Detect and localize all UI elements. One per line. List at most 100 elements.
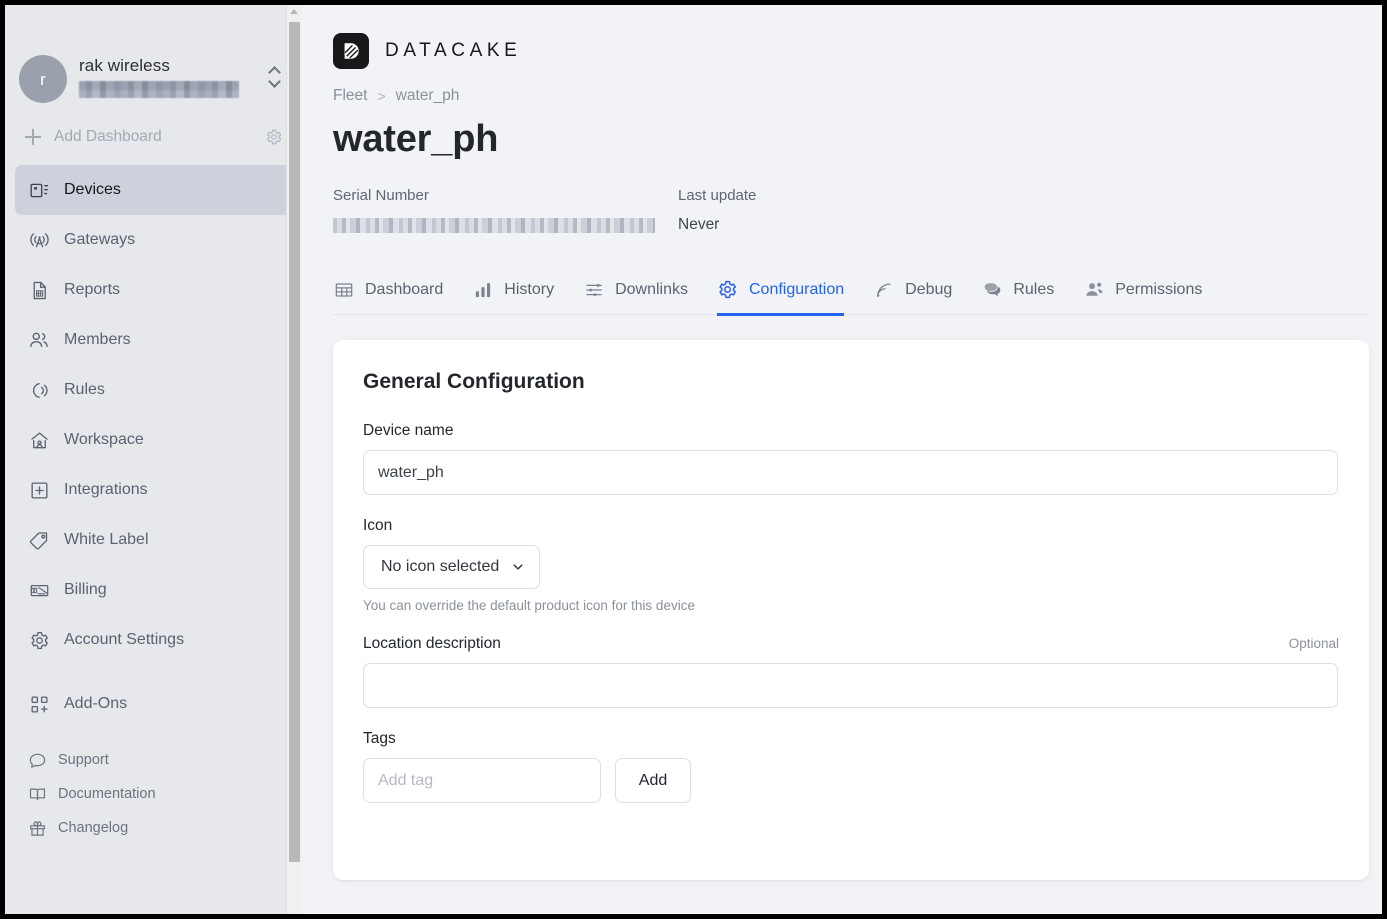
screenshot-frame: r rak wireless Add Dashboard Devices Gat… [0, 0, 1387, 919]
tab-configuration[interactable]: Configuration [716, 265, 845, 316]
scroll-up-arrow-icon[interactable] [290, 9, 298, 14]
gift-icon [27, 818, 47, 838]
tab-label: Debug [905, 280, 953, 298]
sidebar-item-billing[interactable]: Billing [15, 565, 291, 615]
avatar: r [19, 55, 67, 103]
table-icon [333, 279, 355, 301]
nav-divider-gap-2 [5, 729, 301, 743]
plus-square-icon [27, 478, 51, 502]
sidebar-item-white-label[interactable]: White Label [15, 515, 291, 565]
invoice-icon [27, 578, 51, 602]
sidebar-item-label: Members [64, 331, 131, 348]
nav-divider-gap [5, 665, 301, 679]
plus-icon [23, 127, 43, 147]
breadcrumb: Fleet > water_ph [333, 87, 1382, 105]
tab-label: Rules [1013, 280, 1055, 298]
sidebar-item-label: Rules [64, 381, 105, 398]
location-description-field: Location description Optional [363, 635, 1341, 708]
tab-permissions[interactable]: Permissions [1083, 265, 1202, 315]
gear-icon[interactable] [265, 128, 283, 146]
tab-history[interactable]: History [472, 265, 554, 315]
icon-select[interactable]: No icon selected [363, 545, 541, 589]
sidebar-item-label: Integrations [64, 481, 148, 498]
last-update-label: Last update [678, 187, 757, 204]
chevron-down-icon [511, 560, 525, 574]
optional-badge: Optional [1288, 636, 1339, 651]
device-meta: Serial Number Last update Never [333, 187, 1382, 234]
sidebar-item-gateways[interactable]: Gateways [15, 215, 291, 265]
gear-icon [717, 279, 739, 301]
book-icon [27, 784, 47, 804]
serial-number-block: Serial Number [333, 187, 678, 234]
sidebar-item-add-ons[interactable]: Add-Ons [15, 679, 291, 729]
sidebar-item-label: Workspace [64, 431, 144, 448]
chat-bubble-icon [27, 750, 47, 770]
sidebar-item-integrations[interactable]: Integrations [15, 465, 291, 515]
sidebar: r rak wireless Add Dashboard Devices Gat… [5, 5, 301, 914]
add-dashboard-label: Add Dashboard [54, 128, 162, 145]
sidebar-item-label: White Label [64, 531, 149, 548]
icon-hint: You can override the default product ico… [363, 598, 695, 613]
device-name-input[interactable] [363, 450, 1338, 495]
sidebar-item-label: Devices [64, 181, 121, 198]
bar-chart-icon [472, 279, 494, 301]
scrollbar-thumb[interactable] [289, 22, 300, 862]
sidebar-item-rules[interactable]: Rules [15, 365, 291, 415]
devices-icon [27, 178, 51, 202]
sidebar-item-changelog[interactable]: Changelog [15, 811, 291, 845]
chevron-up-icon [269, 67, 280, 74]
sidebar-item-workspace[interactable]: Workspace [15, 415, 291, 465]
sidebar-nav: Devices Gateways Reports Members Rules W… [5, 159, 301, 845]
workspace-email-redacted [79, 81, 239, 98]
chat-bubble-icon [981, 279, 1003, 301]
sidebar-item-support[interactable]: Support [15, 743, 291, 777]
icon-select-value: No icon selected [381, 558, 500, 575]
sidebar-item-members[interactable]: Members [15, 315, 291, 365]
grid-plus-icon [27, 692, 51, 716]
users-icon [1083, 279, 1105, 301]
chevron-down-icon [269, 77, 280, 84]
serial-number-redacted-value [333, 218, 655, 233]
serial-number-label: Serial Number [333, 187, 429, 204]
brand-wordmark: DATACAKE [385, 39, 522, 61]
tab-label: Dashboard [365, 280, 444, 298]
sidebar-item-label: Gateways [64, 231, 136, 248]
general-configuration-card: General Configuration Device name Icon N… [333, 340, 1369, 880]
workspace-switcher[interactable]: r rak wireless [5, 5, 301, 115]
tab-label: Configuration [748, 280, 845, 298]
breadcrumb-root[interactable]: Fleet [333, 87, 367, 105]
sidebar-item-documentation[interactable]: Documentation [15, 777, 291, 811]
icon-label: Icon [363, 517, 393, 534]
tab-debug[interactable]: Debug [873, 265, 952, 315]
breadcrumb-separator: > [377, 88, 386, 104]
datacake-logo-icon [333, 32, 369, 69]
tab-rules[interactable]: Rules [981, 265, 1054, 315]
gear-icon [27, 628, 51, 652]
card-title: General Configuration [363, 370, 585, 393]
sidebar-item-label: Changelog [58, 820, 129, 836]
add-tag-button[interactable]: Add [615, 758, 691, 803]
page-title: water_ph [333, 118, 499, 160]
workspace-switch-chevrons[interactable] [263, 67, 285, 92]
sidebar-scrollbar[interactable] [286, 5, 301, 914]
users-icon [27, 328, 51, 352]
tab-dashboard[interactable]: Dashboard [333, 265, 443, 315]
tab-downlinks[interactable]: Downlinks [583, 265, 688, 315]
sidebar-item-label: Documentation [58, 786, 156, 802]
browser-viewport: r rak wireless Add Dashboard Devices Gat… [5, 5, 1382, 914]
tag-input[interactable] [363, 758, 601, 803]
add-dashboard-button[interactable]: Add Dashboard [5, 115, 301, 159]
sidebar-item-devices[interactable]: Devices [15, 165, 291, 215]
main-content: DATACAKE Fleet > water_ph water_ph Seria… [301, 5, 1382, 914]
sidebar-item-label: Reports [64, 281, 121, 298]
antenna-icon [27, 228, 51, 252]
sidebar-item-reports[interactable]: Reports [15, 265, 291, 315]
sidebar-item-label: Add-Ons [64, 695, 128, 712]
location-description-input[interactable] [363, 663, 1338, 708]
location-description-label: Location description [363, 635, 501, 652]
icon-field: Icon No icon selected You can override t… [363, 517, 1341, 613]
device-tab-bar: Dashboard History Downlinks Configuratio… [333, 265, 1369, 316]
sidebar-item-account-settings[interactable]: Account Settings [15, 615, 291, 665]
tab-label: Permissions [1115, 280, 1203, 298]
sidebar-item-label: Billing [64, 581, 107, 598]
